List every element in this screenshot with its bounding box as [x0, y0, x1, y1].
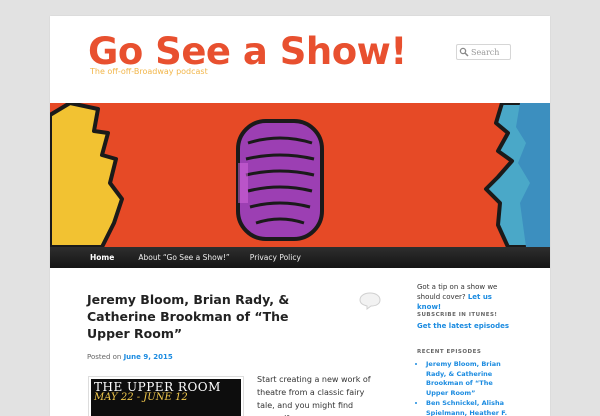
nav-item-about[interactable]: About “Go See a Show!” [128, 247, 239, 268]
tip-widget: Got a tip on a show we should cover? Let… [417, 282, 517, 312]
search-icon [457, 45, 471, 59]
itunes-link[interactable]: Get the latest episodes [417, 322, 509, 330]
recent-episodes-widget: RECENT EPISODES Jeremy Bloom, Brian Rady… [417, 349, 517, 416]
nav-item-home[interactable]: Home [80, 247, 128, 268]
site-description: The off-off-Broadway podcast [90, 67, 208, 76]
nav-item-privacy-policy[interactable]: Privacy Policy [240, 247, 311, 268]
page: Go See a Show! The off-off-Broadway podc… [50, 16, 550, 416]
itunes-widget: SUBSCRIBE IN ITUNES! Get the latest epis… [417, 312, 509, 330]
search-input[interactable] [471, 46, 509, 58]
post-meta: Posted on June 9, 2015 [87, 353, 173, 361]
post-excerpt: Start creating a new work of theatre fro… [257, 375, 371, 416]
poster-dates: MAY 22 - JUNE 12 [94, 392, 188, 403]
comment-bubble-icon[interactable] [359, 292, 381, 314]
header-banner-image [50, 103, 550, 247]
recent-episodes-title: RECENT EPISODES [417, 349, 482, 355]
main-nav: Home About “Go See a Show!” Privacy Poli… [50, 247, 550, 268]
poster-image: THE UPPER ROOM MAY 22 - JUNE 12 [91, 379, 241, 416]
posted-on-label: Posted on [87, 353, 122, 361]
recent-episode-item[interactable]: Jeremy Bloom, Brian Rady, & Catherine Br… [426, 360, 517, 398]
itunes-widget-title: SUBSCRIBE IN ITUNES! [417, 312, 498, 318]
recent-episodes-list: Jeremy Bloom, Brian Rady, & Catherine Br… [417, 360, 517, 416]
search-box[interactable] [456, 44, 511, 60]
sidebar: Got a tip on a show we should cover? Let… [417, 282, 517, 416]
microphone-icon [236, 119, 324, 241]
post-title[interactable]: Jeremy Bloom, Brian Rady, & Catherine Br… [87, 291, 317, 342]
post-date-link[interactable]: June 9, 2015 [124, 353, 173, 361]
post-featured-image[interactable]: THE UPPER ROOM MAY 22 - JUNE 12 [88, 376, 244, 416]
recent-episode-item[interactable]: Ben Schnickel, Alisha Spielmann, Heather… [426, 399, 517, 416]
